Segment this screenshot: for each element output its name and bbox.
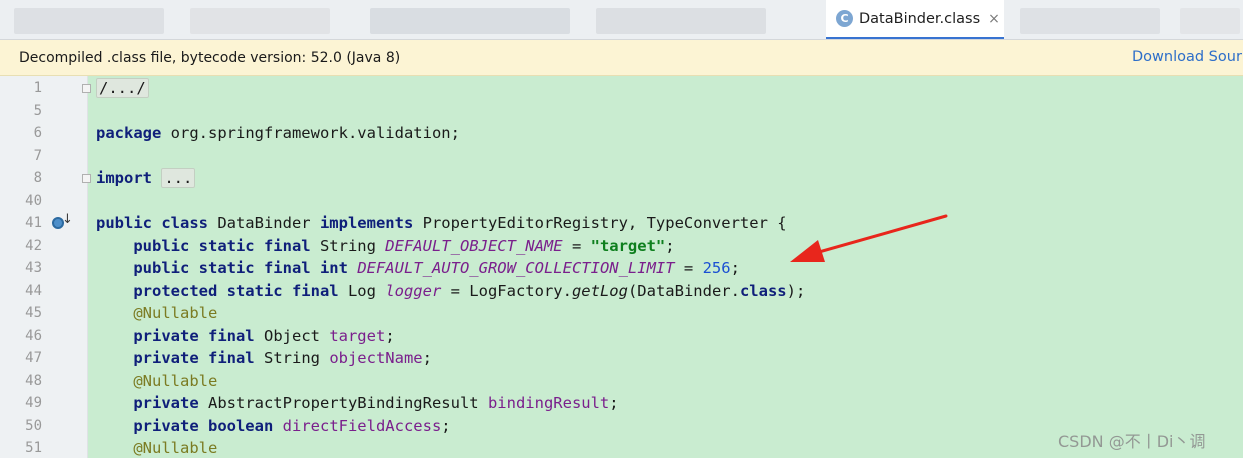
line-number: 5 [33, 102, 42, 119]
line-number-gutter[interactable]: 1 5 6 7 8 40 41 42 43 44 45 46 47 48 49 … [0, 76, 91, 458]
code-line: @Nullable [133, 304, 218, 322]
watermark: CSDN @不丨Di丶调 [1058, 432, 1206, 451]
line-number: 6 [33, 125, 42, 141]
tab-databinder-class[interactable]: C DataBinder.class × [826, 0, 1004, 39]
line-number: 7 [33, 147, 42, 164]
decompiled-banner: Decompiled .class file, bytecode version… [0, 40, 1243, 76]
code-line: private AbstractPropertyBindingResult bi… [133, 394, 619, 412]
code-line: /.../ [96, 77, 149, 100]
code-line: import ... [96, 167, 196, 190]
fold-toggle-icon[interactable] [82, 174, 91, 183]
code-line: private final Object target; [133, 326, 395, 345]
line-number: 40 [25, 192, 42, 209]
blurred-tab[interactable] [1020, 8, 1160, 34]
line-number: 41 [25, 215, 42, 231]
code-line: private final String objectName; [133, 349, 432, 367]
download-sources-link[interactable]: Download Sour [1132, 49, 1242, 65]
blurred-tab[interactable] [14, 8, 164, 34]
editor-tab-bar: C DataBinder.class × [0, 0, 1243, 40]
implements-arrow-icon: ↓ [62, 212, 73, 227]
blurred-tab[interactable] [596, 8, 766, 34]
blurred-tab[interactable] [370, 8, 570, 34]
line-number: 1 [33, 80, 42, 96]
code-line: @Nullable [133, 371, 218, 390]
line-number: 50 [25, 417, 42, 434]
collapsed-region[interactable]: /.../ [96, 78, 149, 98]
line-number: 8 [33, 170, 42, 186]
banner-text: Decompiled .class file, bytecode version… [19, 49, 401, 66]
line-number: 44 [25, 282, 42, 299]
code-line: public static final String DEFAULT_OBJEC… [133, 236, 675, 255]
blurred-tab[interactable] [190, 8, 330, 34]
tab-label: DataBinder.class [859, 10, 981, 27]
blurred-tab[interactable] [1180, 8, 1240, 34]
line-number: 47 [25, 350, 42, 366]
code-editor[interactable]: 1 5 6 7 8 40 41 42 43 44 45 46 47 48 49 … [0, 76, 1243, 458]
code-line: @Nullable [133, 439, 218, 457]
line-number: 42 [25, 237, 42, 254]
code-line: package org.springframework.validation; [96, 124, 460, 142]
code-line: public class DataBinder implements Prope… [96, 214, 787, 232]
class-icon: C [836, 10, 853, 27]
code-line: protected static final Log logger = LogF… [133, 281, 806, 300]
line-number: 51 [25, 440, 42, 456]
line-number: 48 [25, 372, 42, 389]
fold-toggle-icon[interactable] [82, 84, 91, 93]
line-number: 45 [25, 305, 42, 321]
line-number: 43 [25, 260, 42, 276]
close-icon[interactable]: × [988, 11, 1000, 27]
collapsed-imports[interactable]: ... [161, 168, 196, 188]
line-number: 49 [25, 395, 42, 411]
code-line-highlighted: public static final int DEFAULT_AUTO_GRO… [133, 259, 740, 277]
code-line: private boolean directFieldAccess; [133, 416, 451, 435]
line-number: 46 [25, 327, 42, 344]
